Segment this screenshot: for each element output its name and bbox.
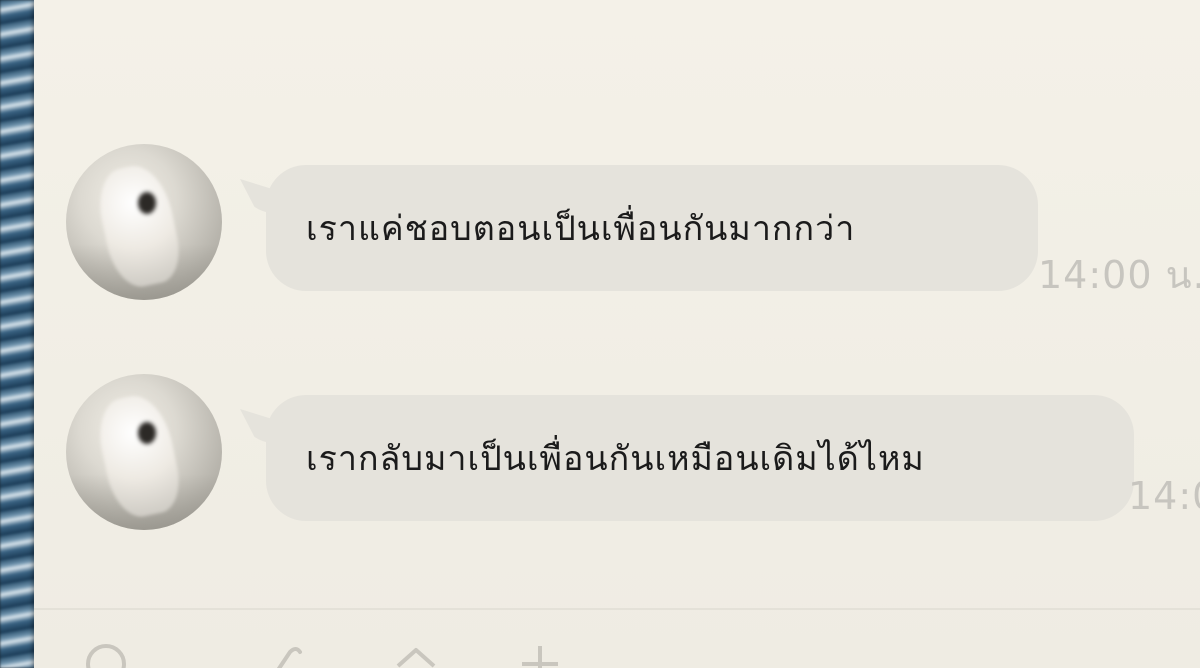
- message-row: เรากลับมาเป็นเพื่อนกันเหมือนเดิมได้ไหม 1…: [34, 370, 1200, 530]
- message-text: เราแค่ชอบตอนเป็นเพื่อนกันมากกว่า: [306, 209, 856, 249]
- avatar[interactable]: [66, 144, 222, 300]
- chat-toolbar: [34, 610, 1200, 668]
- message-timestamp: 14:0: [1128, 474, 1200, 518]
- attach-icon[interactable]: [260, 642, 304, 668]
- chat-screen: เราแค่ชอบตอนเป็นเพื่อนกันมากกว่า 14:00 น…: [34, 0, 1200, 668]
- dog-face: [138, 422, 156, 444]
- message-text: เรากลับมาเป็นเพื่อนกันเหมือนเดิมได้ไหม: [306, 439, 925, 479]
- more-icon[interactable]: [518, 642, 562, 668]
- photo-frame: เราแค่ชอบตอนเป็นเพื่อนกันมากกว่า 14:00 น…: [0, 0, 1200, 668]
- message-list[interactable]: เราแค่ชอบตอนเป็นเพื่อนกันมากกว่า 14:00 น…: [34, 0, 1200, 610]
- emoji-icon[interactable]: [84, 642, 128, 668]
- message-timestamp: 14:00 น.: [1038, 253, 1200, 297]
- home-icon[interactable]: [394, 642, 438, 668]
- message-bubble[interactable]: เราแค่ชอบตอนเป็นเพื่อนกันมากกว่า: [266, 165, 1038, 291]
- message-row: เราแค่ชอบตอนเป็นเพื่อนกันมากกว่า 14:00 น…: [34, 140, 1200, 300]
- avatar[interactable]: [66, 374, 222, 530]
- message-bubble[interactable]: เรากลับมาเป็นเพื่อนกันเหมือนเดิมได้ไหม: [266, 395, 1134, 521]
- dog-face: [138, 192, 156, 214]
